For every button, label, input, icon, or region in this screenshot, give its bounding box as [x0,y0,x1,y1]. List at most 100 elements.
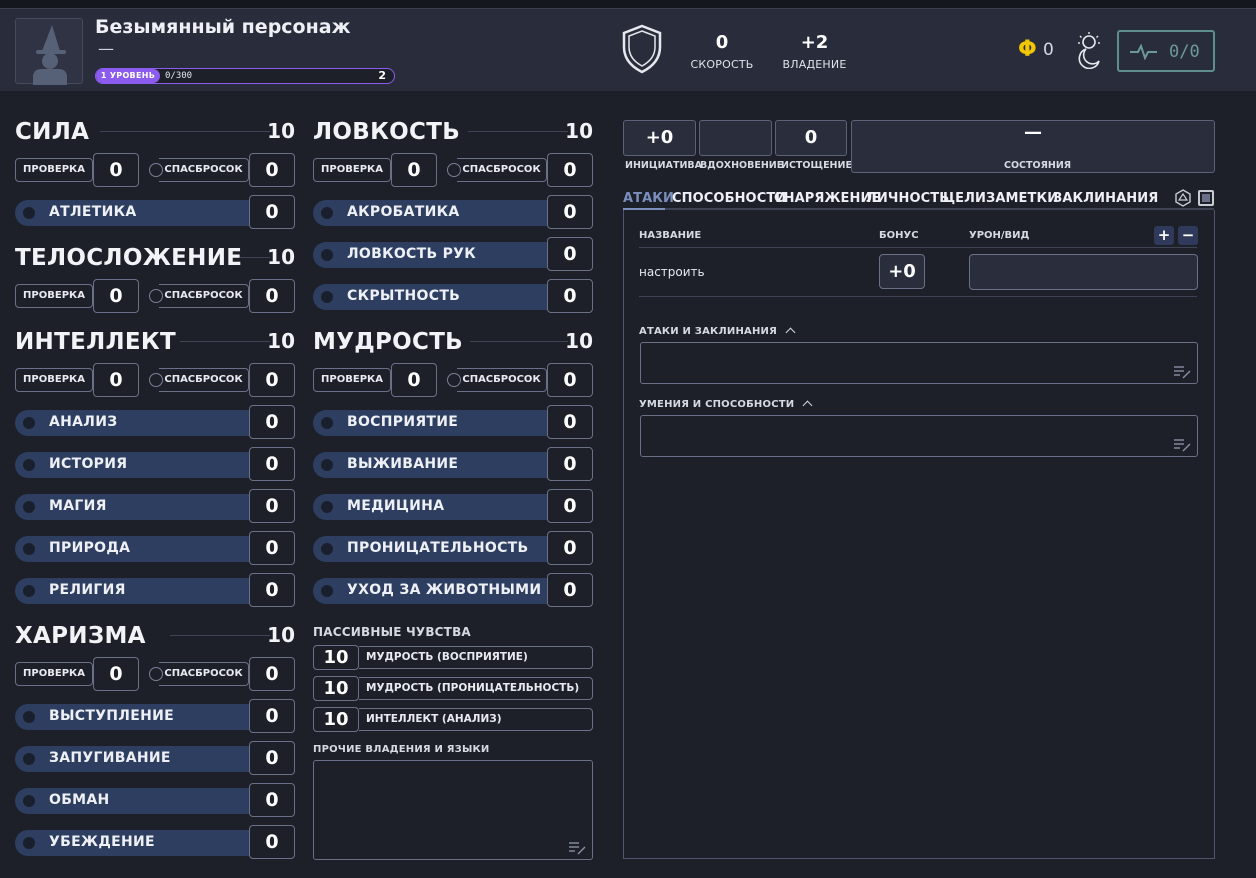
strength-save-value[interactable]: 0 [249,153,295,187]
skill-value[interactable]: 0 [547,195,593,229]
skill-value[interactable]: 0 [249,783,295,817]
exhaustion-box[interactable]: 0 [775,120,847,156]
proficiency-toggle[interactable] [321,291,333,303]
ability-score[interactable]: 10 [565,119,593,143]
xp-progress-bar[interactable]: 1 УРОВЕНЬ 0/300 2 [95,68,395,84]
remove-attack-button[interactable]: − [1178,226,1198,245]
character-subtitle[interactable]: — [98,39,114,58]
skill-arcana[interactable]: МАГИЯ 0 [15,489,295,523]
speed-stat[interactable]: 0 СКОРОСТЬ [687,33,757,72]
shield-icon[interactable] [621,23,663,75]
skill-value[interactable]: 0 [249,741,295,775]
tab-notes[interactable]: ЗАМЕТКИ [986,191,1058,206]
skill-value[interactable]: 0 [249,573,295,607]
skill-athletics[interactable]: АТЛЕТИКА 0 [15,195,295,229]
skill-deception[interactable]: ОБМАН 0 [15,783,295,817]
constitution-check-value[interactable]: 0 [93,279,139,313]
ability-score[interactable]: 10 [267,245,295,269]
features-textarea[interactable] [640,415,1198,457]
skill-value[interactable]: 0 [547,531,593,565]
skill-religion[interactable]: РЕЛИГИЯ 0 [15,573,295,607]
skill-value[interactable]: 0 [249,489,295,523]
rest-icon[interactable] [1072,31,1106,69]
constitution-save-value[interactable]: 0 [249,279,295,313]
skill-value[interactable]: 0 [547,573,593,607]
proficiency-toggle[interactable] [23,501,35,513]
inspiration-box[interactable] [699,120,772,156]
initiative-box[interactable]: +0 [623,120,696,156]
tab-spells[interactable]: ЗАКЛИНАНИЯ [1053,191,1158,206]
tab-goals[interactable]: ЦЕЛИ [943,191,986,206]
proficiency-toggle[interactable] [321,585,333,597]
skill-medicine[interactable]: МЕДИЦИНА 0 [313,489,593,523]
skill-persuasion[interactable]: УБЕЖДЕНИЕ 0 [15,825,295,859]
skill-value[interactable]: 0 [249,447,295,481]
skill-stealth[interactable]: СКРЫТНОСТЬ 0 [313,279,593,313]
coin-icon[interactable]: Φ [1018,39,1037,61]
tab-equipment[interactable]: СНАРЯЖЕНИЕ [774,191,880,206]
proficiency-toggle[interactable] [321,459,333,471]
ability-score[interactable]: 10 [267,623,295,647]
ability-score[interactable]: 10 [565,329,593,353]
attacks-spells-textarea[interactable] [640,342,1198,384]
wisdom-check-value[interactable]: 0 [391,363,437,397]
attack-bonus[interactable]: +0 [879,254,925,289]
edit-notes-icon[interactable] [568,841,586,855]
proficiency-toggle[interactable] [23,459,35,471]
charisma-check-value[interactable]: 0 [93,657,139,691]
proficiency-toggle[interactable] [321,249,333,261]
proficiency-toggle[interactable] [321,417,333,429]
skill-investigation[interactable]: АНАЛИЗ 0 [15,405,295,439]
character-avatar[interactable] [15,18,83,85]
skill-history[interactable]: ИСТОРИЯ 0 [15,447,295,481]
dexterity-check-value[interactable]: 0 [391,153,437,187]
ability-score[interactable]: 10 [267,119,295,143]
skill-value[interactable]: 0 [547,489,593,523]
skill-animal-handling[interactable]: УХОД ЗА ЖИВОТНЫМИ 0 [313,573,593,607]
skill-performance[interactable]: ВЫСТУПЛЕНИЕ 0 [15,699,295,733]
intelligence-save-value[interactable]: 0 [249,363,295,397]
intelligence-check-value[interactable]: 0 [93,363,139,397]
skill-insight[interactable]: ПРОНИЦАТЕЛЬНОСТЬ 0 [313,531,593,565]
add-attack-button[interactable]: + [1154,226,1174,245]
wisdom-save-value[interactable]: 0 [547,363,593,397]
proficiency-toggle[interactable] [23,417,35,429]
skill-perception[interactable]: ВОСПРИЯТИЕ 0 [313,405,593,439]
skill-survival[interactable]: ВЫЖИВАНИЕ 0 [313,447,593,481]
dexterity-save-value[interactable]: 0 [547,153,593,187]
ability-score[interactable]: 10 [267,329,295,353]
proficiency-toggle[interactable] [23,753,35,765]
skill-acrobatics[interactable]: АКРОБАТИКА 0 [313,195,593,229]
tab-personality[interactable]: ЛИЧНОСТЬ [866,191,949,206]
dice-icon[interactable] [1174,189,1192,207]
proficiency-toggle[interactable] [23,207,35,219]
skill-value[interactable]: 0 [249,531,295,565]
skill-intimidation[interactable]: ЗАПУГИВАНИЕ 0 [15,741,295,775]
skill-value[interactable]: 0 [547,279,593,313]
character-name[interactable]: Безымянный персонаж [95,16,350,38]
skill-value[interactable]: 0 [249,825,295,859]
edit-notes-icon[interactable] [1173,438,1191,452]
proficiency-toggle[interactable] [23,543,35,555]
tab-attacks[interactable]: АТАКИ [623,191,674,206]
edit-notes-icon[interactable] [1173,365,1191,379]
skill-value[interactable]: 0 [249,195,295,229]
skill-value[interactable]: 0 [249,405,295,439]
proficiency-toggle[interactable] [23,585,35,597]
proficiency-toggle[interactable] [321,501,333,513]
charisma-save-value[interactable]: 0 [249,657,295,691]
other-proficiencies-textarea[interactable] [313,760,593,860]
attack-damage-input[interactable] [969,254,1198,290]
skill-nature[interactable]: ПРИРОДА 0 [15,531,295,565]
strength-check-value[interactable]: 0 [93,153,139,187]
skill-sleight-of-hand[interactable]: ЛОВКОСТЬ РУК 0 [313,237,593,271]
skill-value[interactable]: 0 [547,405,593,439]
proficiency-toggle[interactable] [321,543,333,555]
proficiency-toggle[interactable] [23,795,35,807]
hit-points-box[interactable]: 0/0 [1117,30,1215,72]
proficiency-toggle[interactable] [23,711,35,723]
toggle-checkbox[interactable] [1198,190,1214,206]
skill-value[interactable]: 0 [547,237,593,271]
skill-value[interactable]: 0 [249,699,295,733]
attack-name[interactable]: настроить [639,265,705,279]
